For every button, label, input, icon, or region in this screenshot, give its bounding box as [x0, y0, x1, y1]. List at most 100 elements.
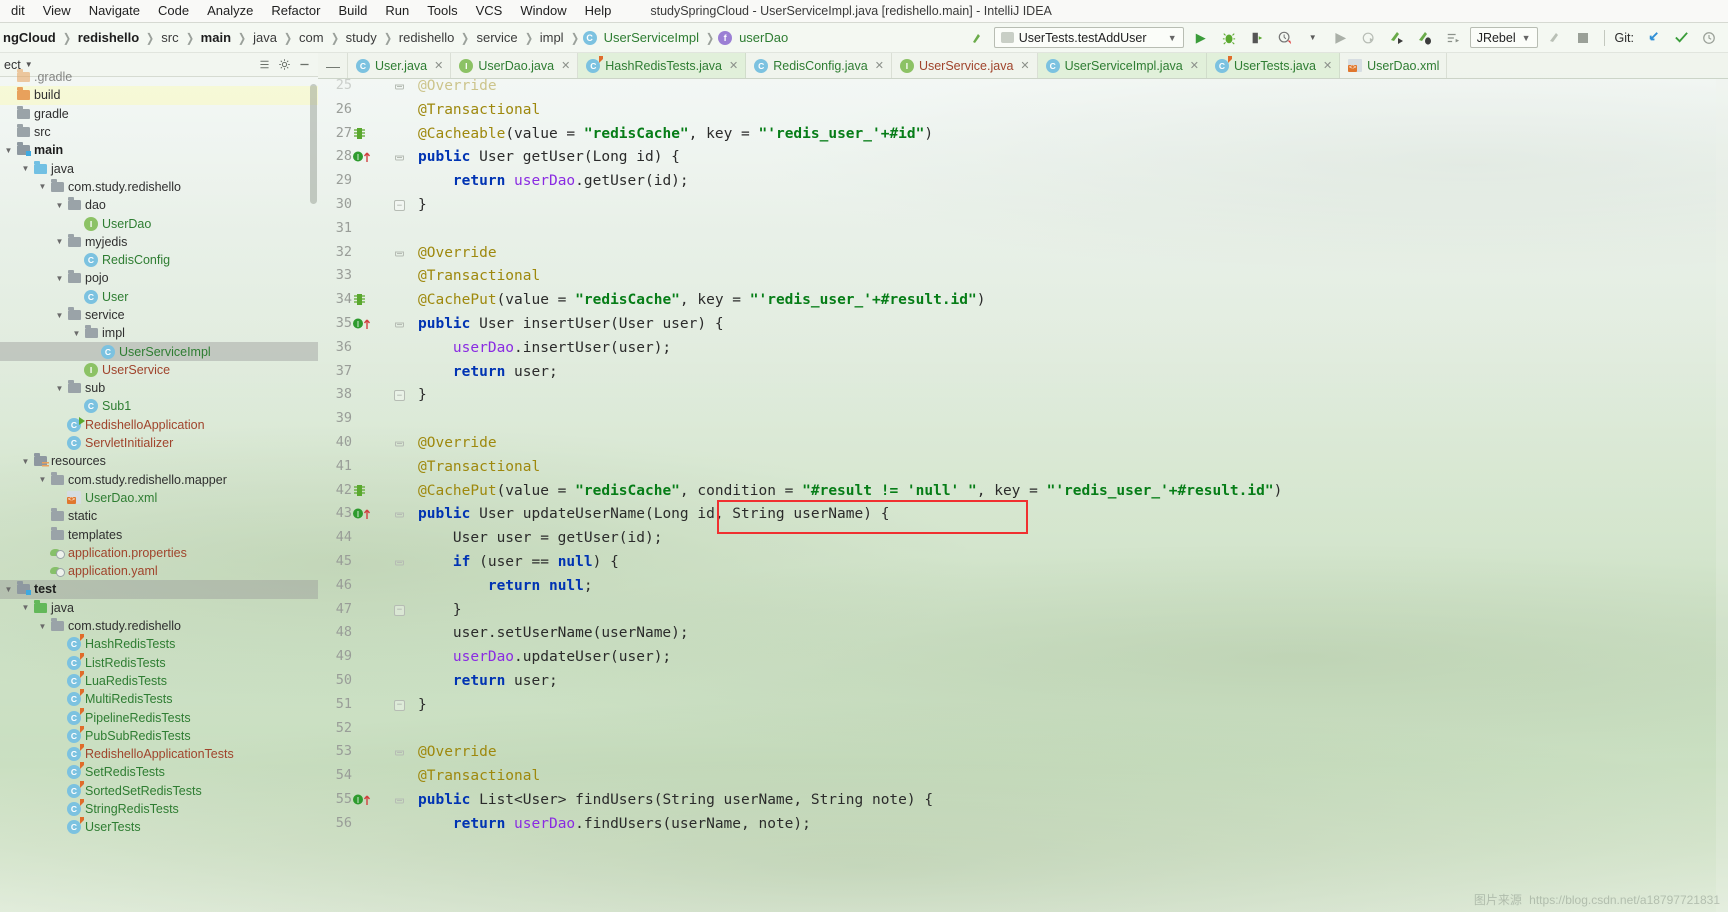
chevron-down-icon[interactable]: ▼ [19, 164, 32, 173]
close-icon[interactable]: ✕ [434, 59, 443, 72]
menu-item-tools[interactable]: Tools [418, 1, 466, 22]
tree-item-multiredistests[interactable]: ▶CMultiRedisTests [0, 689, 318, 708]
build-arrow-icon[interactable] [966, 27, 988, 49]
code-line[interactable]: } [418, 601, 462, 619]
jrebel-deploy-icon[interactable] [1544, 27, 1566, 49]
attach-profiler-icon[interactable] [1358, 27, 1380, 49]
run-icon[interactable]: ▶ [1190, 27, 1212, 49]
history-icon[interactable] [1698, 27, 1720, 49]
chevron-down-icon[interactable]: ▼ [36, 622, 49, 631]
fold-indicator-icon[interactable]: − [394, 699, 405, 711]
editor-tab-userdao-java[interactable]: I UserDao.java ✕ [451, 53, 579, 78]
editor-error-stripe[interactable] [1716, 79, 1728, 912]
code-line[interactable]: return user; [418, 672, 558, 690]
close-icon[interactable]: ✕ [875, 59, 884, 72]
code-line[interactable]: userDao.updateUser(user); [418, 648, 671, 666]
fold-indicator-icon[interactable]: − [394, 390, 405, 402]
editor-tab-userservice-java[interactable]: I UserService.java ✕ [892, 53, 1038, 78]
fold-indicator-icon[interactable]: − [394, 604, 405, 616]
fold-indicator-icon[interactable] [394, 81, 405, 92]
code-line[interactable]: } [418, 386, 427, 404]
editor-tab-userserviceimpl-java[interactable]: C UserServiceImpl.java ✕ [1037, 53, 1207, 78]
update-project-icon[interactable] [1642, 27, 1664, 49]
tree-item-main[interactable]: ▼ main [0, 141, 318, 159]
tree-item-setredistests[interactable]: ▶CSetRedisTests [0, 762, 318, 781]
commit-icon[interactable] [1670, 27, 1692, 49]
code-line[interactable]: if (user == null) { [418, 553, 619, 571]
breadcrumb-item-redishello-pkg[interactable]: redishello [396, 29, 458, 46]
tree-item-impl[interactable]: ▼ impl [0, 324, 318, 342]
code-line[interactable]: @Cacheable(value = "redisCache", key = "… [418, 125, 933, 143]
editor-code-area[interactable]: @Override @Transactional @Cacheable(value … [418, 79, 1716, 912]
tree-item-myjedis[interactable]: ▼ myjedis [0, 233, 318, 251]
rerun-icon[interactable]: ▶ [1330, 27, 1352, 49]
gutter-override-icon[interactable]: I [352, 317, 372, 333]
fold-indicator-icon[interactable] [394, 248, 405, 259]
tree-item-userdao-xml[interactable]: ▶UserDao.xml [0, 489, 318, 507]
project-tree[interactable]: ▶.gradle▶build▶gradle▶src▼main▼java▼com.… [0, 68, 318, 903]
code-line[interactable]: public User getUser(Long id) { [418, 148, 680, 166]
menu-item-run[interactable]: Run [376, 1, 418, 22]
tree-item-test[interactable]: ▼ test [0, 580, 318, 599]
tree-item-pipelineredistests[interactable]: ▶CPipelineRedisTests [0, 707, 318, 726]
code-line[interactable]: return userDao.getUser(id); [418, 172, 689, 190]
chevron-down-icon[interactable]: ▼ [53, 274, 66, 283]
code-editor[interactable]: 25 26 27 28 I 29 30 − 31 32 33 34 35 I 36 37 38 − 39 40 41 42… [318, 79, 1716, 912]
tree-item-servletinitializer[interactable]: ▶CServletInitializer [0, 434, 318, 452]
chevron-down-icon[interactable]: ▼ [19, 603, 32, 612]
code-line[interactable]: @CachePut(value = "redisCache", key = "'… [418, 291, 985, 309]
gutter-bean-icon[interactable] [354, 484, 365, 500]
chevron-down-icon[interactable]: ▼ [36, 182, 49, 191]
breadcrumb-item-userserviceimpl[interactable]: C UserServiceImpl [582, 29, 702, 46]
tree-item-src[interactable]: ▶src [0, 123, 318, 141]
code-line[interactable]: @Transactional [418, 101, 540, 119]
fold-indicator-icon[interactable] [394, 747, 405, 758]
fold-indicator-icon[interactable] [394, 557, 405, 568]
editor-tab-userdao-xml[interactable]: UserDao.xml [1340, 53, 1448, 78]
close-icon[interactable]: ✕ [1323, 59, 1332, 72]
code-line[interactable]: @Transactional [418, 767, 540, 785]
tree-item--gradle[interactable]: ▶.gradle [0, 68, 318, 86]
fold-indicator-icon[interactable]: − [394, 200, 405, 211]
jrebel-run-icon[interactable] [1386, 27, 1408, 49]
fold-indicator-icon[interactable] [394, 319, 405, 330]
code-line[interactable]: @Override [418, 434, 497, 452]
tree-item-gradle[interactable]: ▶gradle [0, 105, 318, 123]
code-line[interactable]: } [418, 196, 427, 214]
gutter-override-icon[interactable]: I [352, 150, 372, 166]
profile-dropdown-icon[interactable]: ▼ [1302, 27, 1324, 49]
tree-item-templates[interactable]: ▶templates [0, 525, 318, 543]
breadcrumb-item-study[interactable]: study [343, 29, 380, 46]
code-line[interactable]: @Override [418, 244, 497, 262]
tree-item-application-properties[interactable]: ▶application.properties [0, 544, 318, 562]
stop-icon[interactable] [1572, 27, 1594, 49]
menu-item-view[interactable]: View [34, 1, 80, 22]
breadcrumb-item-src[interactable]: src [158, 29, 181, 46]
menu-item-build[interactable]: Build [329, 1, 376, 22]
chevron-down-icon[interactable]: ▼ [53, 237, 66, 246]
close-icon[interactable]: ✕ [1190, 59, 1199, 72]
tree-item-static[interactable]: ▶static [0, 507, 318, 525]
fold-indicator-icon[interactable] [394, 795, 405, 806]
breadcrumb-item-userdao[interactable]: f userDao [718, 29, 791, 46]
code-line[interactable]: public User updateUserName(Long id, Stri… [418, 505, 889, 523]
code-line[interactable]: user.setUserName(userName); [418, 624, 689, 642]
fold-indicator-icon[interactable] [394, 152, 405, 163]
tree-item-service[interactable]: ▼ service [0, 306, 318, 324]
tree-item-redishelloapplicationtests[interactable]: ▶CRedishelloApplicationTests [0, 744, 318, 763]
menu-item-window[interactable]: Window [511, 1, 575, 22]
chevron-down-icon[interactable]: ▼ [19, 457, 32, 466]
tree-item-redishelloapplication[interactable]: ▶CRedishelloApplication [0, 416, 318, 434]
gutter-bean-icon[interactable] [354, 293, 365, 309]
profile-icon[interactable] [1274, 27, 1296, 49]
breadcrumb-item-com[interactable]: com [296, 29, 327, 46]
breadcrumb-item-java[interactable]: java [250, 29, 280, 46]
code-line[interactable]: userDao.insertUser(user); [418, 339, 671, 357]
fold-indicator-icon[interactable] [394, 438, 405, 449]
code-line[interactable]: } [418, 696, 427, 714]
tree-item-userservice[interactable]: ▶IUserService [0, 361, 318, 379]
tree-item-resources[interactable]: ▼ resources [0, 452, 318, 470]
breadcrumb-item-impl[interactable]: impl [537, 29, 567, 46]
chevron-down-icon[interactable]: ▼ [2, 585, 15, 594]
breadcrumb-item-service[interactable]: service [473, 29, 520, 46]
